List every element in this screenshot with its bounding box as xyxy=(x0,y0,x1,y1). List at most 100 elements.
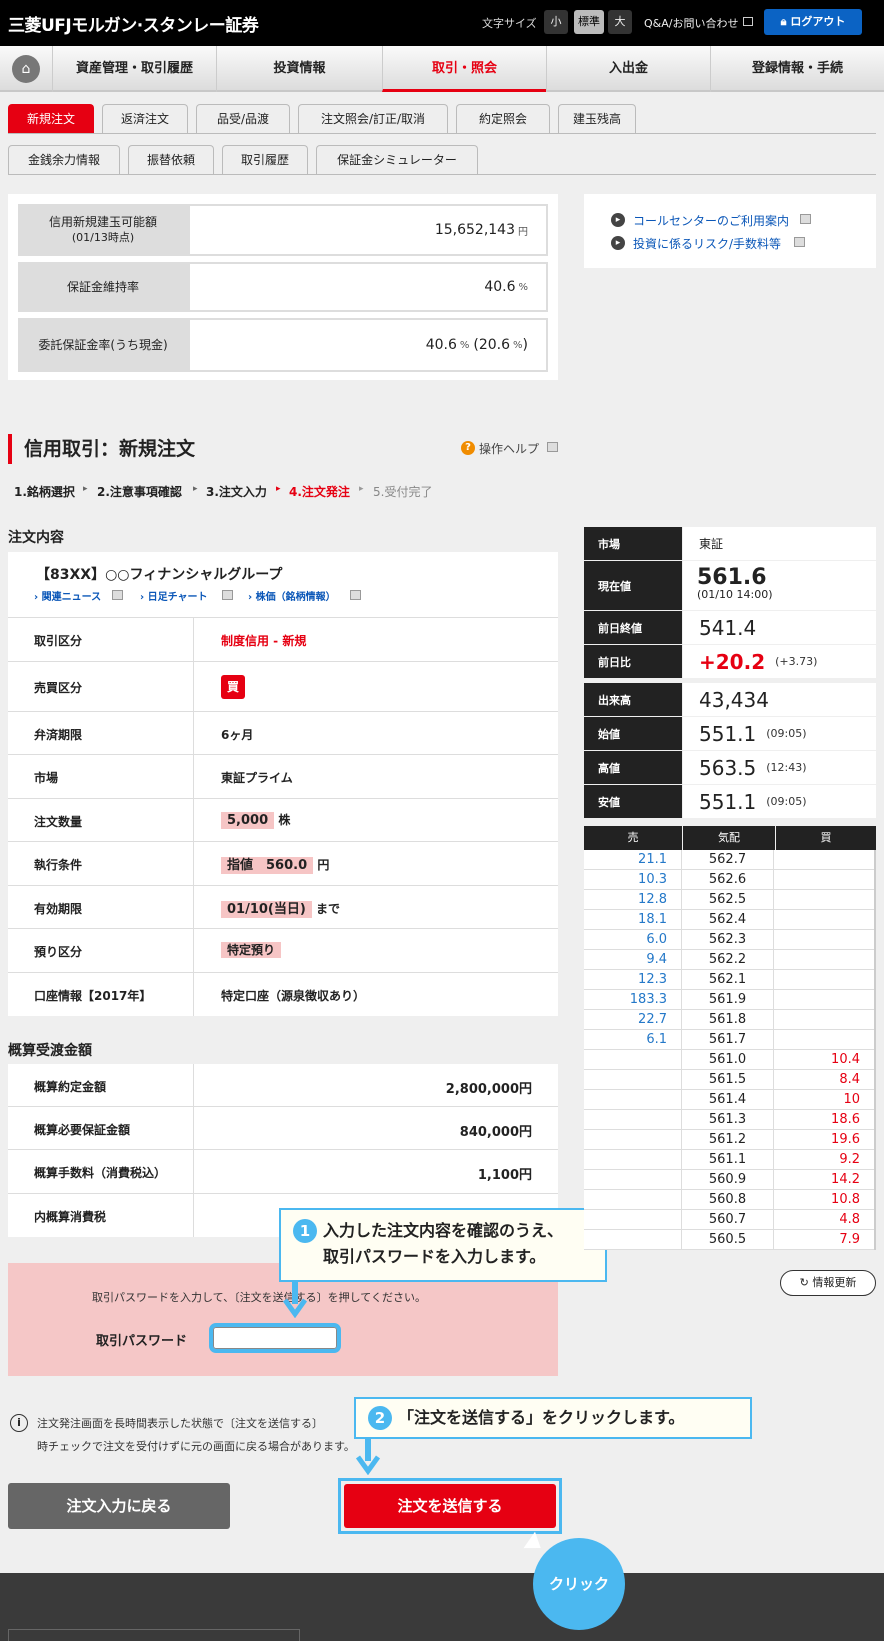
order-row-deposit-type: 預り区分 特定預り xyxy=(8,929,558,973)
deposit-rate-label: 委託保証金率(うち現金) xyxy=(18,318,188,372)
orderbook-buy-qty xyxy=(774,1030,874,1050)
footer-box xyxy=(8,1629,300,1641)
step-4-current: 4.注文発注 xyxy=(289,485,350,499)
estimate-section-title: 概算受渡金額 xyxy=(8,1043,92,1059)
order-row-expiry: 有効期限 01/10(当日) まで xyxy=(8,886,558,929)
nav-item-deposit[interactable]: 入出金 xyxy=(546,46,710,92)
callout-number-2: 2 xyxy=(368,1406,392,1430)
callout-1-line-1: 入力した注文内容を確認のうえ、 xyxy=(323,1221,564,1240)
tab-position-balance[interactable]: 建玉残高 xyxy=(558,104,636,133)
quote-change-label: 前日比 xyxy=(584,645,682,678)
daily-chart-link[interactable]: › 日足チャート xyxy=(140,588,208,603)
orderbook-sell-qty: 183.3 xyxy=(584,990,682,1010)
orderbook-price: 561.0 xyxy=(682,1050,774,1070)
orderbook-row: 22.7 561.8 xyxy=(584,1010,876,1030)
row-divider xyxy=(193,712,194,755)
window-icon xyxy=(800,214,811,224)
orderbook-body: 21.1 562.7 10.3 562.6 12.8 562.5 18.1 562.4 6.0 5… xyxy=(584,850,876,1250)
estimate-row-margin: 概算必要保証金額 840,000円 xyxy=(8,1107,558,1150)
refresh-label: 情報更新 xyxy=(812,1276,857,1289)
orderbook-price: 561.9 xyxy=(682,990,774,1010)
tab-margin-simulator[interactable]: 保証金シミュレーター xyxy=(316,145,478,174)
chevron-right-icon: ▸ xyxy=(611,236,625,250)
operation-help-link[interactable]: 操作ヘルプ xyxy=(479,440,539,457)
account-value: 特定口座（源泉徴収あり） xyxy=(221,989,366,1003)
related-news-link[interactable]: › 関連ニュース xyxy=(34,588,101,603)
repay-term-label: 弁済期限 xyxy=(34,728,83,742)
tab-order-inquiry[interactable]: 注文照会/訂正/取消 xyxy=(298,104,448,133)
orderbook-sell-qty: 10.3 xyxy=(584,870,682,890)
orderbook-row: 561.2 19.6 xyxy=(584,1130,876,1150)
nav-item-investment-info[interactable]: 投資情報 xyxy=(216,46,382,92)
refresh-button[interactable]: ↻ 情報更新 xyxy=(780,1270,876,1296)
quote-low-box: 551.1 (09:05) xyxy=(683,785,876,818)
home-icon[interactable]: ⌂ xyxy=(12,55,40,83)
expiry-label: 有効期限 xyxy=(34,902,83,916)
quote-volume-value: 43,434 xyxy=(683,683,876,716)
step-5: 5.受付完了 xyxy=(373,485,433,499)
callout-step-1: 1 入力した注文内容を確認のうえ、 取引パスワードを入力します。 xyxy=(279,1208,607,1282)
password-instruction: 取引パスワードを入力して、〔注文を送信する〕を押してください。 xyxy=(92,1291,426,1304)
quote-low-time: (09:05) xyxy=(766,795,807,808)
buying-power-value: 15,652,143 円 xyxy=(188,204,548,256)
help-icon: ? xyxy=(461,441,475,455)
nav-item-trade[interactable]: 取引・照会 xyxy=(382,46,546,92)
nav-item-assets[interactable]: 資産管理・取引履歴 xyxy=(52,46,216,92)
orderbook-row: 21.1 562.7 xyxy=(584,850,876,870)
refresh-icon: ↻ xyxy=(799,1276,809,1289)
orderbook-buy-qty xyxy=(774,970,874,990)
password-input[interactable] xyxy=(209,1323,341,1353)
tab-transfer-request[interactable]: 振替依頼 xyxy=(128,145,214,174)
qa-link[interactable]: Q&A/お問い合わせ xyxy=(644,15,738,31)
orderbook-row: 561.0 10.4 xyxy=(584,1050,876,1070)
callout-step-2: 2 「注文を送信する」をクリックします。 xyxy=(354,1397,752,1439)
risk-fee-link[interactable]: 投資に係るリスク/手数料等 xyxy=(633,235,781,252)
orderbook-price: 561.2 xyxy=(682,1130,774,1150)
tab-repay-order[interactable]: 返済注文 xyxy=(102,104,188,133)
orderbook-buy-qty: 18.6 xyxy=(774,1110,874,1130)
top-header: 三菱UFJモルガン·スタンレー証券 文字サイズ 小 標準 大 Q&A/お問い合わ… xyxy=(0,0,884,46)
tab-trade-history[interactable]: 取引履歴 xyxy=(222,145,308,174)
page-footer xyxy=(0,1573,884,1641)
call-center-link[interactable]: コールセンターのご利用案内 xyxy=(633,212,789,229)
orderbook-sell-qty: 12.8 xyxy=(584,890,682,910)
chevron-right-icon: ▸ xyxy=(611,213,625,227)
font-size-large-button[interactable]: 大 xyxy=(608,10,632,34)
orderbook-price: 561.8 xyxy=(682,1010,774,1030)
send-order-button[interactable]: 注文を送信する xyxy=(344,1484,556,1528)
quote-high-label: 高値 xyxy=(584,751,682,784)
stock-info-link[interactable]: › 株価（銘柄情報） xyxy=(248,588,336,603)
tab-buying-power[interactable]: 金銭余力情報 xyxy=(8,145,120,174)
estimate-tax-label: 内概算消費税 xyxy=(34,1210,107,1224)
expiry-value: 01/10(当日) xyxy=(221,901,312,918)
tab-execution-inquiry[interactable]: 約定照会 xyxy=(456,104,550,133)
logout-button[interactable]: 🔒︎ ログアウト xyxy=(764,9,862,35)
quote-high-time: (12:43) xyxy=(766,761,807,774)
page-title: 信用取引：新規注文 xyxy=(8,434,195,464)
notice-line-1: 注文発注画面を長時間表示した状態で〔注文を送信する〕 xyxy=(37,1417,323,1430)
back-to-input-button[interactable]: 注文入力に戻る xyxy=(8,1483,230,1529)
window-icon xyxy=(547,442,558,452)
row-divider xyxy=(193,973,194,1016)
orderbook-buy-qty xyxy=(774,870,874,890)
tab-new-order[interactable]: 新規注文 xyxy=(8,104,94,133)
estimate-amount-label: 概算約定金額 xyxy=(34,1080,107,1094)
orderbook-sell-qty xyxy=(584,1130,682,1150)
repay-term-value: 6ヶ月 xyxy=(221,728,254,742)
orderbook-sell-qty xyxy=(584,1230,682,1250)
step-arrow-icon: ▸ xyxy=(193,484,198,494)
tab-delivery[interactable]: 品受/品渡 xyxy=(196,104,290,133)
orderbook-buy-qty: 9.2 xyxy=(774,1150,874,1170)
cursor-icon xyxy=(523,1531,547,1557)
font-size-small-button[interactable]: 小 xyxy=(544,10,568,34)
orderbook-price: 561.4 xyxy=(682,1090,774,1110)
callout-number-1: 1 xyxy=(293,1219,317,1243)
font-size-standard-button[interactable]: 標準 xyxy=(574,10,604,34)
quote-current-value: 561.6 xyxy=(697,565,767,590)
nav-item-registration[interactable]: 登録情報・手続 xyxy=(710,46,884,92)
orderbook-buy-qty xyxy=(774,930,874,950)
orderbook-buy-qty: 7.9 xyxy=(774,1230,874,1250)
orderbook-row: 12.8 562.5 xyxy=(584,890,876,910)
down-arrow-icon xyxy=(283,1282,307,1318)
quote-change-pct: (+3.73) xyxy=(775,655,818,668)
